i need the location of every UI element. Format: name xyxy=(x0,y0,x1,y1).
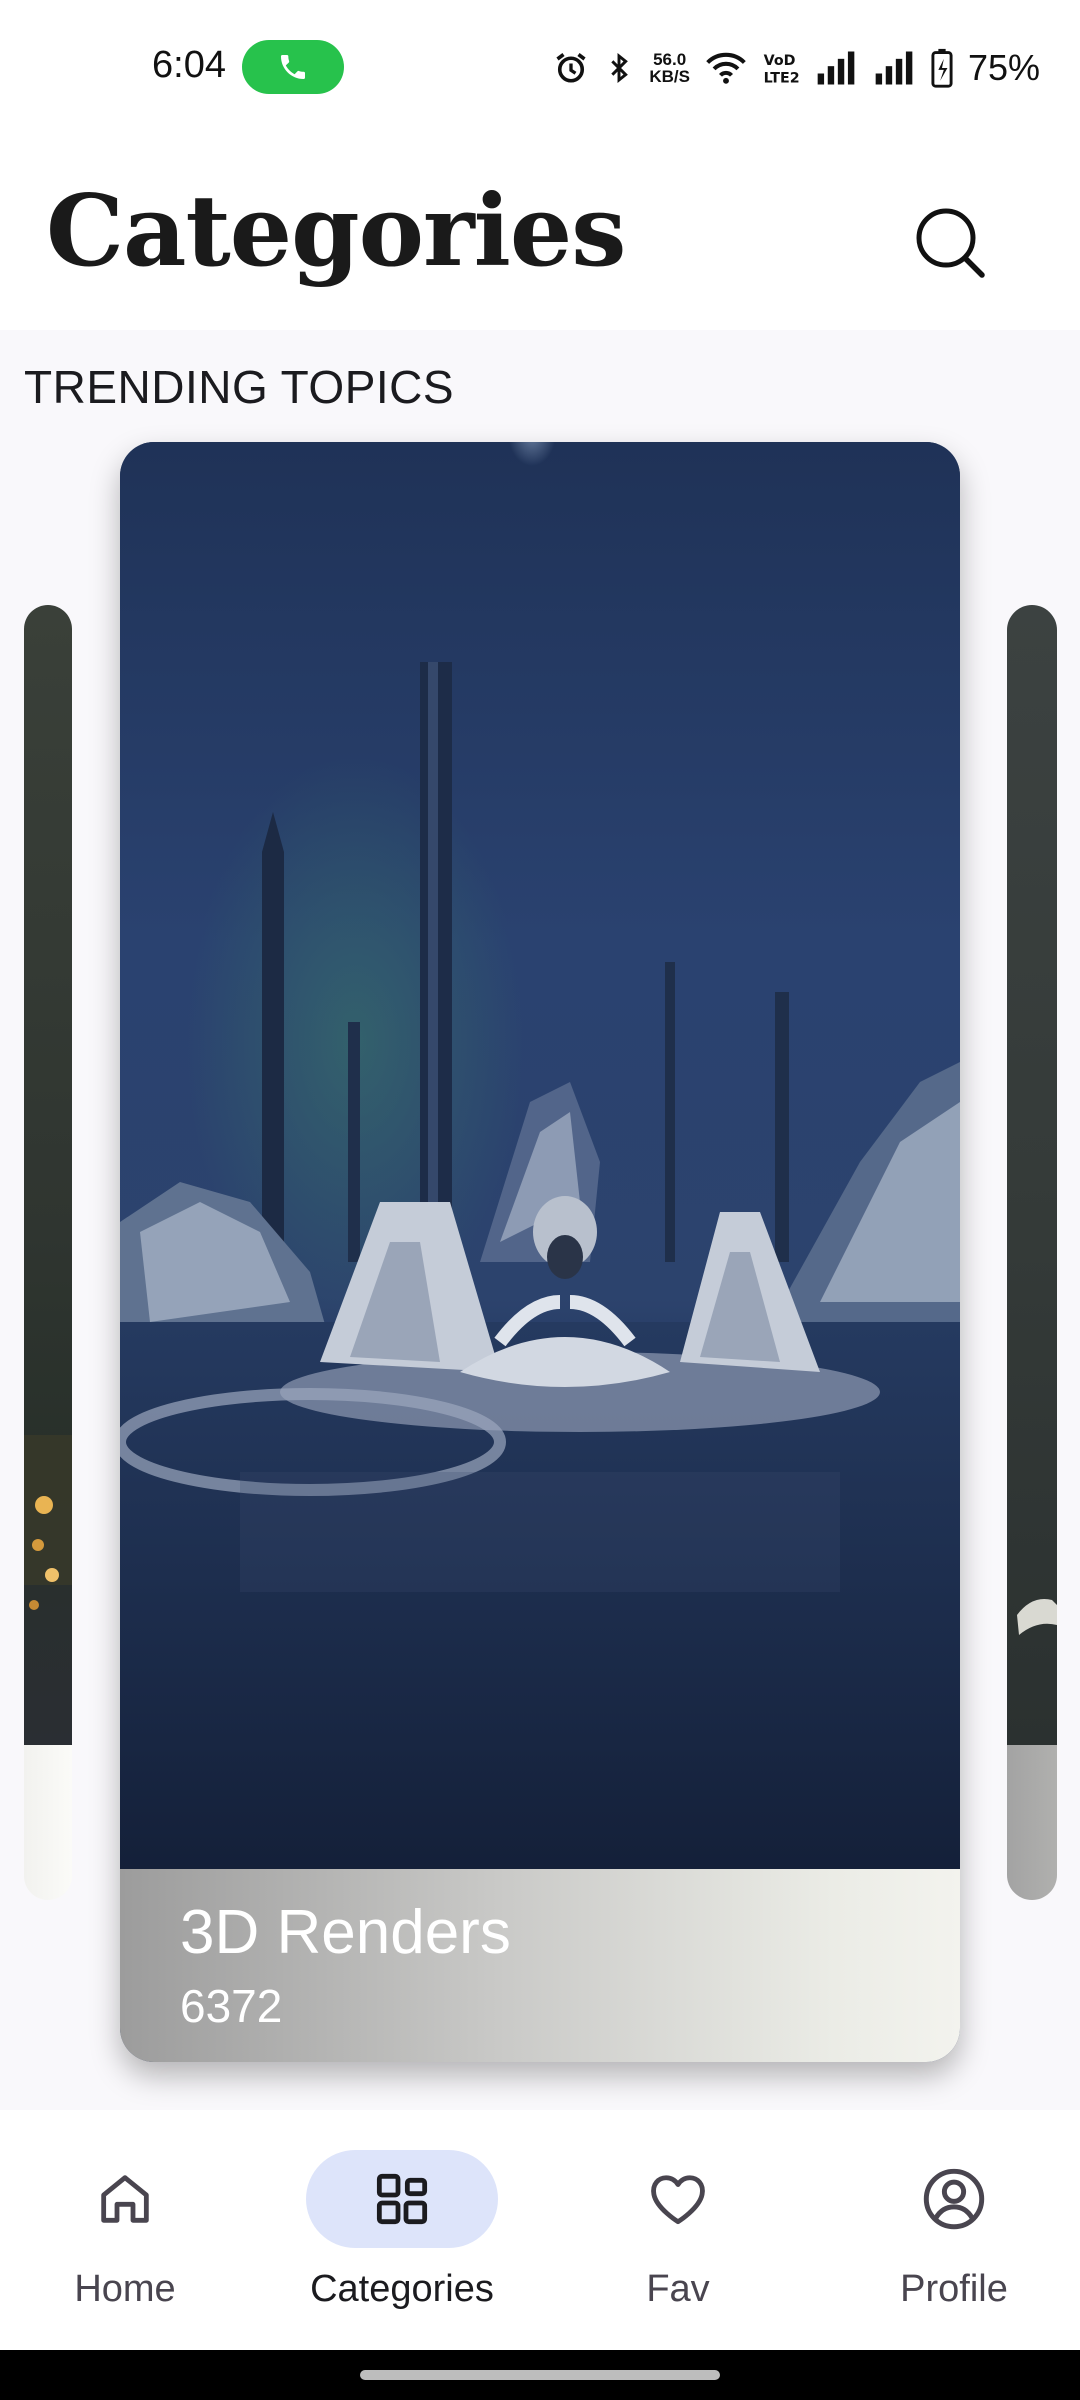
nav-icon-container xyxy=(306,2150,498,2248)
search-button[interactable] xyxy=(906,200,992,286)
heart-icon xyxy=(651,2175,705,2225)
trending-section: TRENDING TOPICS 3D Renders 6372 xyxy=(0,330,1080,2110)
card-footer xyxy=(24,1745,72,1900)
network-speed-unit: KB/S xyxy=(649,67,690,86)
alarm-icon xyxy=(556,53,586,83)
svg-text:VoD: VoD xyxy=(764,53,796,69)
phone-icon xyxy=(281,55,305,79)
profile-icon xyxy=(923,2168,985,2230)
system-gesture-bar xyxy=(0,2350,1080,2400)
nav-label: Profile xyxy=(900,2268,1008,2310)
search-icon xyxy=(916,208,985,278)
app-header: Categories xyxy=(0,130,1080,330)
category-count: 6372 xyxy=(180,1980,283,2032)
card-image xyxy=(120,442,960,1869)
nav-item-fav[interactable]: Fav xyxy=(578,2150,778,2320)
bottom-navigation: Home Categories Fav Profile xyxy=(0,2110,1080,2350)
card-footer xyxy=(1007,1745,1057,1900)
wifi-icon xyxy=(706,52,746,84)
section-title: TRENDING TOPICS xyxy=(24,361,455,413)
volte-icon: VoD LTE2 xyxy=(764,53,800,86)
nav-icon-container xyxy=(29,2150,221,2248)
bluetooth-icon xyxy=(611,52,629,84)
nav-item-categories[interactable]: Categories xyxy=(302,2150,502,2320)
nav-label: Home xyxy=(74,2268,176,2310)
battery-percent: 75% xyxy=(967,47,1040,88)
nav-label: Categories xyxy=(310,2268,494,2310)
svg-text:LTE2: LTE2 xyxy=(764,70,800,86)
nav-item-profile[interactable]: Profile xyxy=(854,2150,1054,2320)
carousel-card-previous[interactable] xyxy=(24,605,72,1900)
card-image xyxy=(24,605,72,1745)
status-bar: 6:04 56.0 KB/S VoD LTE2 75% xyxy=(0,0,1080,130)
category-name: 3D Renders xyxy=(180,1898,511,1967)
status-icons: 56.0 KB/S VoD LTE2 75% xyxy=(553,40,1040,96)
nav-icon-container xyxy=(582,2150,774,2248)
page-title: Categories xyxy=(46,174,626,289)
card-footer: 3D Renders 6372 xyxy=(120,1869,960,2062)
carousel-card-next[interactable] xyxy=(1007,605,1057,1900)
nav-item-home[interactable]: Home xyxy=(25,2150,225,2320)
signal-icon xyxy=(875,51,913,85)
ongoing-call-pill[interactable] xyxy=(242,40,344,94)
nav-label: Fav xyxy=(646,2268,710,2310)
grid-icon xyxy=(376,2173,428,2225)
battery-charging-icon xyxy=(931,48,953,88)
card-image xyxy=(1007,605,1057,1745)
home-gesture-handle[interactable] xyxy=(360,2370,720,2380)
status-time: 6:04 xyxy=(152,44,226,86)
nav-icon-container xyxy=(858,2150,1050,2248)
home-icon xyxy=(101,2175,149,2223)
featured-category-card[interactable]: 3D Renders 6372 xyxy=(120,442,960,2062)
signal-icon xyxy=(817,51,855,85)
network-speed: 56.0 KB/S xyxy=(649,51,690,85)
network-speed-value: 56.0 xyxy=(653,50,687,69)
